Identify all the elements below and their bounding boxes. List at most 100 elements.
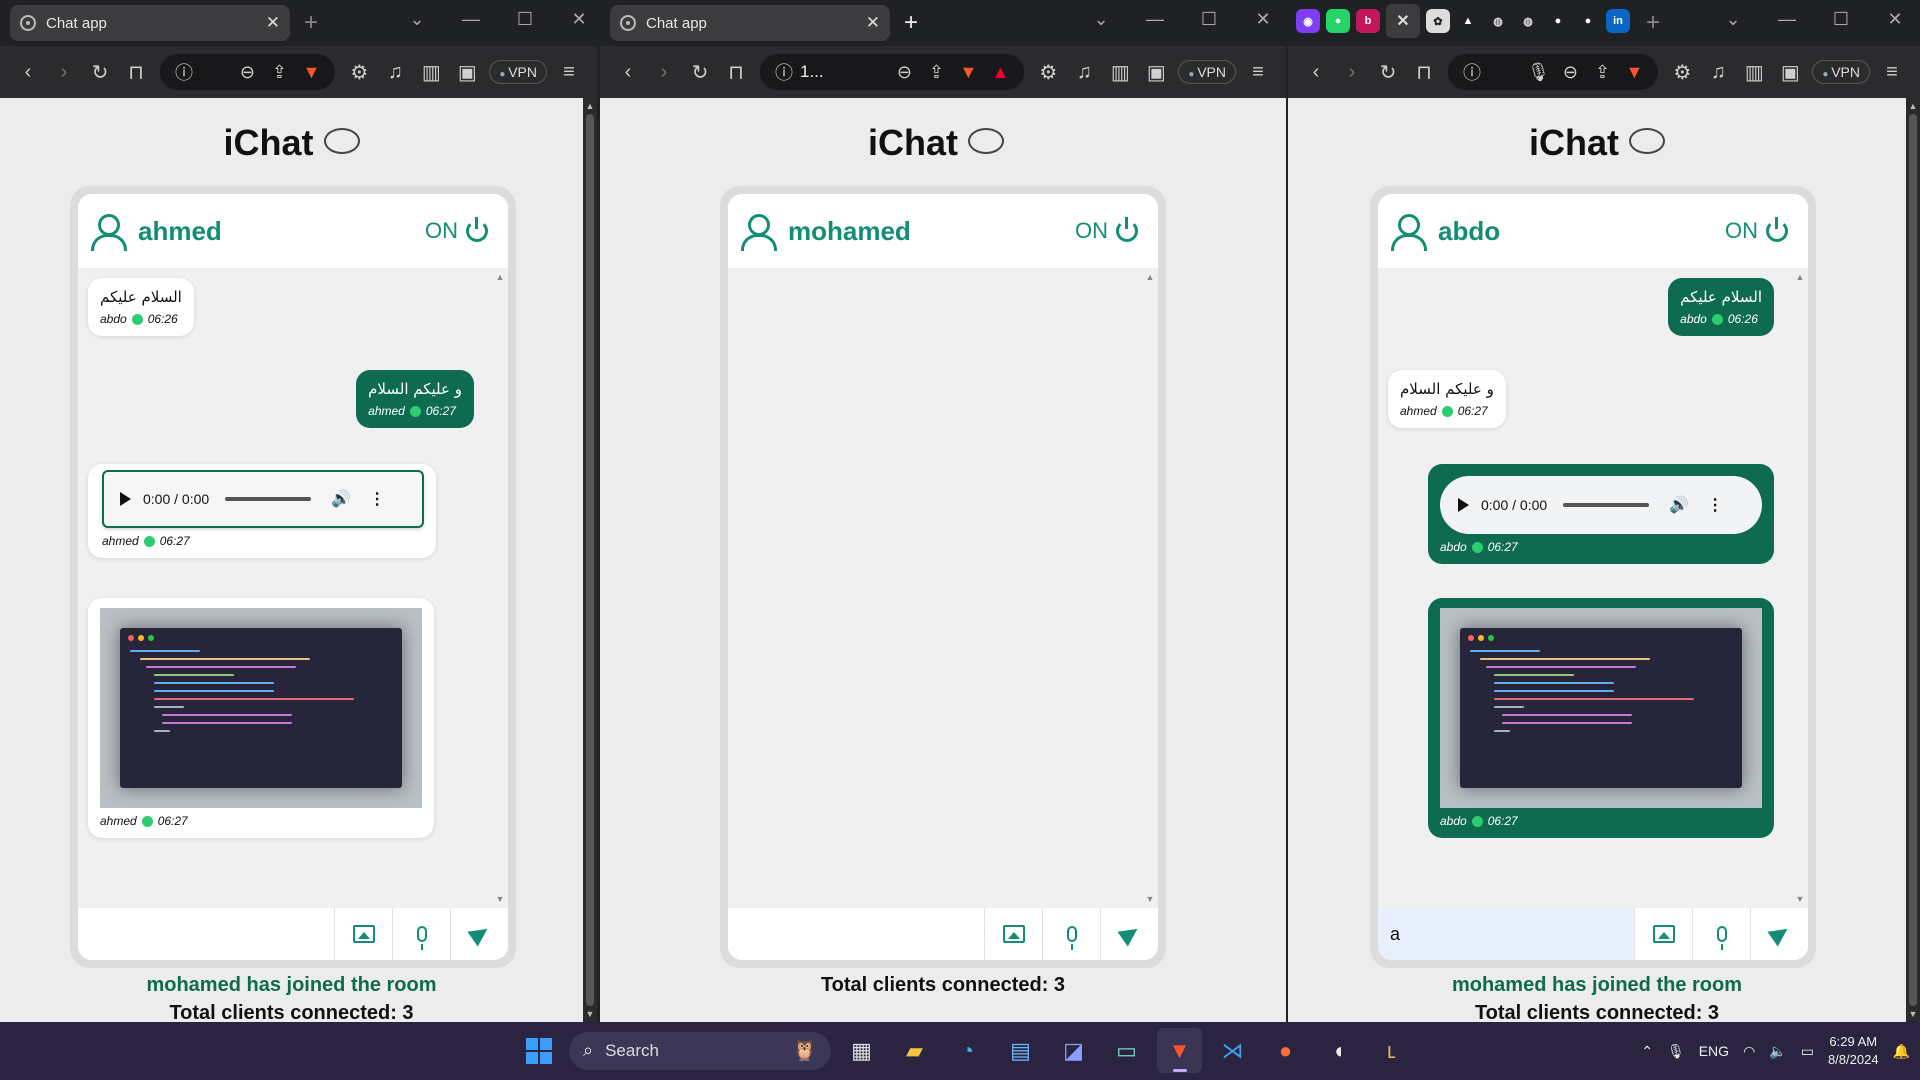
vscode-icon[interactable]: ⋊ — [1210, 1028, 1255, 1073]
language-indicator[interactable]: ENG — [1699, 1043, 1729, 1059]
back-icon[interactable]: ‹ — [610, 61, 646, 84]
reload-icon[interactable]: ↻ — [82, 60, 118, 85]
pinned-tab-privacy-icon[interactable]: ◉ — [1296, 9, 1320, 33]
sidebar-icon[interactable]: ▥ — [413, 60, 449, 85]
app-icon-2[interactable]: ▭ — [1104, 1028, 1149, 1073]
power-icon[interactable] — [1116, 217, 1138, 242]
battery-icon[interactable]: ▭ — [1801, 1043, 1814, 1060]
extensions-icon[interactable]: ⚙ — [341, 60, 377, 85]
brave-shields-icon[interactable]: ▼ — [295, 62, 327, 83]
show-hidden-icons-icon[interactable]: ⌃ — [1641, 1043, 1653, 1060]
close-window-icon[interactable]: ✕ — [1884, 9, 1906, 30]
maximize-icon[interactable]: ☐ — [514, 9, 536, 30]
volume-icon[interactable]: 🔊 — [331, 489, 351, 509]
brave-taskbar-icon[interactable]: ▼ — [1157, 1028, 1202, 1073]
pinned-tab-globe-icon[interactable]: ◍ — [1486, 9, 1510, 33]
new-tab-icon[interactable]: + — [1646, 9, 1660, 37]
reload-icon[interactable]: ↻ — [1370, 60, 1406, 85]
address-bar[interactable]: ⓘ 1... ⊖ ⇪ ▼ ▲ — [760, 54, 1025, 90]
maximize-icon[interactable]: ☐ — [1198, 9, 1220, 30]
mongodb-compass-icon[interactable]: ◖ — [1316, 1028, 1361, 1073]
code-screenshot-image[interactable] — [100, 608, 422, 808]
vpn-button[interactable]: VPN — [1812, 60, 1870, 84]
send-button[interactable] — [1750, 908, 1808, 960]
close-tab-icon[interactable]: ✕ — [866, 13, 880, 33]
sidebar-icon[interactable]: ▥ — [1102, 60, 1138, 85]
pinned-tab-whatsapp-icon[interactable]: ● — [1326, 9, 1350, 33]
minimize-icon[interactable]: — — [460, 9, 482, 30]
microphone-tray-icon[interactable]: 🎙 — [1667, 1043, 1685, 1060]
share-icon[interactable]: ⇪ — [263, 62, 295, 83]
page-scrollbar[interactable]: ▲ ▼ — [583, 98, 597, 1022]
volume-icon[interactable]: 🔊 — [1669, 495, 1689, 515]
clock[interactable]: 6:29 AM 8/8/2024 — [1828, 1033, 1879, 1069]
zoom-icon[interactable]: ⊖ — [1554, 62, 1586, 83]
audio-progress[interactable] — [1563, 503, 1650, 507]
postman-icon[interactable]: ● — [1263, 1028, 1308, 1073]
send-image-button[interactable] — [984, 908, 1042, 960]
more-options-icon[interactable]: ⋮ — [1707, 495, 1723, 515]
app-icon-1[interactable]: ◪ — [1051, 1028, 1096, 1073]
store-icon[interactable]: ▤ — [998, 1028, 1043, 1073]
close-window-icon[interactable]: ✕ — [568, 9, 590, 30]
brave-shields-icon[interactable]: ▼ — [952, 62, 984, 83]
tab-chat-app[interactable]: Chat app ✕ — [610, 5, 890, 41]
site-info-icon[interactable]: ⓘ — [168, 59, 200, 85]
task-view-icon[interactable]: ▦ — [839, 1028, 884, 1073]
send-image-button[interactable] — [334, 908, 392, 960]
brave-rewards-icon[interactable]: ▲ — [984, 62, 1016, 83]
wallet-icon[interactable]: ▣ — [449, 60, 485, 85]
pinned-tab-b-icon[interactable]: b — [1356, 9, 1380, 33]
site-info-icon[interactable]: ⓘ — [768, 59, 800, 85]
power-icon[interactable] — [1766, 217, 1788, 242]
message-scrollbar[interactable]: ▲ ▼ — [1792, 268, 1808, 908]
brave-shields-icon[interactable]: ▼ — [1618, 62, 1650, 83]
address-bar[interactable]: ⓘ 🎙 ⊖ ⇪ ▼ — [1448, 54, 1659, 90]
play-icon[interactable] — [1458, 498, 1469, 512]
message-scrollbar[interactable]: ▲ ▼ — [1142, 268, 1158, 908]
minimize-icon[interactable]: — — [1144, 9, 1166, 30]
message-input[interactable] — [728, 908, 984, 960]
back-icon[interactable]: ‹ — [10, 61, 46, 84]
pinned-tab-github-icon[interactable]: ● — [1546, 9, 1570, 33]
wifi-icon[interactable]: ◠ — [1743, 1043, 1755, 1060]
close-tab-icon[interactable]: ✕ — [266, 13, 280, 33]
send-button[interactable] — [1100, 908, 1158, 960]
wallet-icon[interactable]: ▣ — [1138, 60, 1174, 85]
share-icon[interactable]: ⇪ — [920, 62, 952, 83]
zoom-icon[interactable]: ⊖ — [888, 62, 920, 83]
share-icon[interactable]: ⇪ — [1586, 62, 1618, 83]
address-bar[interactable]: ⓘ ⊖ ⇪ ▼ — [160, 54, 336, 90]
audio-progress[interactable] — [225, 497, 312, 501]
tab-search-icon[interactable]: ⌄ — [1090, 9, 1112, 30]
edge-icon[interactable]: ◔ — [945, 1028, 990, 1073]
power-icon[interactable] — [466, 217, 488, 242]
bookmark-icon[interactable]: ⊓ — [1406, 60, 1442, 85]
close-window-icon[interactable]: ✕ — [1252, 9, 1274, 30]
record-audio-button[interactable] — [1692, 908, 1750, 960]
code-screenshot-image[interactable] — [1440, 608, 1762, 808]
forward-icon[interactable]: › — [646, 61, 682, 84]
tab-chat-app[interactable]: Chat app ✕ — [10, 5, 290, 41]
site-info-icon[interactable]: ⓘ — [1456, 59, 1488, 85]
bookmark-icon[interactable]: ⊓ — [718, 60, 754, 85]
vpn-button[interactable]: VPN — [1178, 60, 1236, 84]
media-icon[interactable]: ♫ — [1700, 61, 1736, 84]
media-icon[interactable]: ♫ — [1066, 61, 1102, 84]
media-icon[interactable]: ♫ — [377, 61, 413, 84]
microphone-permission-icon[interactable]: 🎙 — [1522, 62, 1554, 83]
start-button[interactable] — [516, 1028, 561, 1073]
forward-icon[interactable]: › — [1334, 61, 1370, 84]
pinned-tab-globe-icon-2[interactable]: ◍ — [1516, 9, 1540, 33]
pinned-tab-github-icon-2[interactable]: ● — [1576, 9, 1600, 33]
message-input[interactable] — [1378, 908, 1634, 960]
active-tab-close-icon[interactable]: ✕ — [1386, 4, 1420, 38]
wallet-icon[interactable]: ▣ — [1772, 60, 1808, 85]
tab-search-icon[interactable]: ⌄ — [406, 9, 428, 30]
tab-search-icon[interactable]: ⌄ — [1722, 9, 1744, 30]
menu-icon[interactable]: ≡ — [551, 61, 587, 84]
volume-tray-icon[interactable]: 🔈 — [1769, 1043, 1786, 1060]
audio-player[interactable]: 0:00 / 0:00 🔊 ⋮ — [102, 470, 424, 528]
pinned-tab-triangle-icon[interactable]: ▲ — [1456, 9, 1480, 33]
pinned-tab-linkedin-icon[interactable]: in — [1606, 9, 1630, 33]
